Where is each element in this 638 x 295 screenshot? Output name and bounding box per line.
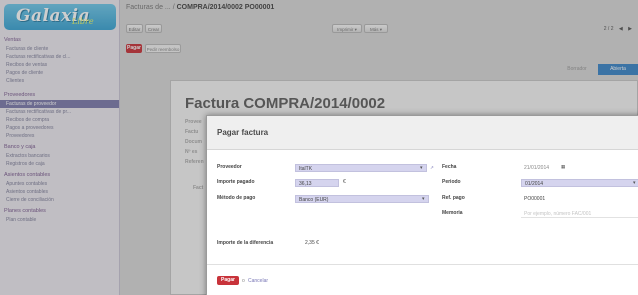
amount-paid-label: Importe pagado <box>217 179 255 185</box>
cancel-link[interactable]: Cancelar <box>248 278 268 284</box>
amount-paid-input[interactable]: 36,13 <box>295 179 339 187</box>
currency-symbol: € <box>343 179 346 185</box>
pay-invoice-dialog: Pagar factura Proveedor ItalTK ▾ ↗ Impor… <box>206 115 638 295</box>
memo-input[interactable]: Por ejemplo, número FAC/001 <box>521 210 638 218</box>
supplier-label: Proveedor <box>217 164 242 170</box>
dialog-title: Pagar factura <box>217 128 269 137</box>
payment-ref-input[interactable]: PO00001 <box>521 195 638 203</box>
dialog-header: Pagar factura <box>207 116 638 150</box>
memo-label: Memoria <box>442 210 463 216</box>
date-input[interactable]: 21/01/2014 <box>521 164 561 172</box>
supplier-select[interactable]: ItalTK <box>295 164 427 172</box>
chevron-down-icon: ▾ <box>420 165 423 171</box>
period-select[interactable]: 01/2014 <box>521 179 638 187</box>
external-link-icon[interactable]: ↗ <box>430 165 434 171</box>
period-label: Periodo <box>442 179 461 185</box>
payment-method-label: Método de pago <box>217 195 256 201</box>
calendar-icon[interactable]: ▦ <box>561 164 565 170</box>
difference-label: Importe de la diferencia <box>217 240 274 246</box>
payment-ref-label: Ref. pago <box>442 195 465 201</box>
confirm-pay-button[interactable]: Pagar <box>217 276 239 285</box>
difference-value: 2,35 € <box>305 240 319 246</box>
date-label: Fecha <box>442 164 457 170</box>
dialog-footer: Pagar o Cancelar <box>207 264 638 295</box>
chevron-down-icon: ▾ <box>633 180 636 186</box>
payment-method-select[interactable]: Banco (EUR) <box>295 195 429 203</box>
chevron-down-icon: ▾ <box>422 196 425 202</box>
or-text: o <box>242 278 245 284</box>
